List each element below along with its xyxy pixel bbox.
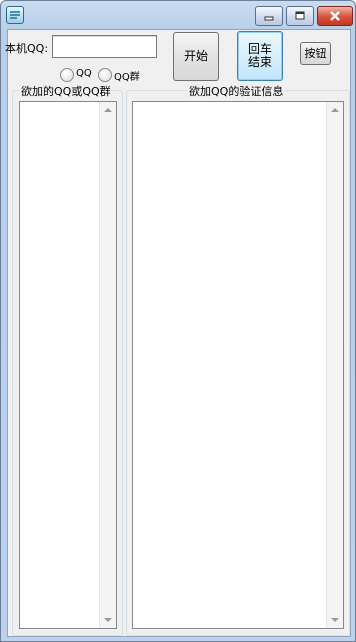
maximize-icon [295, 11, 305, 20]
scroll-down-icon[interactable] [104, 618, 112, 622]
minimize-icon [264, 16, 274, 21]
generic-button[interactable]: 按钮 [300, 42, 331, 65]
app-window: 本机QQ: 开始 回车 结束 按钮 QQ QQ群 欲加的QQ或QQ群 欲加QQ的 [0, 0, 356, 642]
scroll-down-icon[interactable] [331, 618, 339, 622]
verification-scrollbar[interactable] [326, 102, 343, 628]
title-bar[interactable] [1, 1, 355, 27]
scroll-up-icon[interactable] [331, 108, 339, 112]
start-button[interactable]: 开始 [173, 32, 219, 81]
enter-end-button[interactable]: 回车 结束 [237, 31, 283, 81]
scroll-up-icon[interactable] [104, 108, 112, 112]
local-qq-label: 本机QQ: [5, 42, 49, 55]
right-group-title: 欲加QQ的验证信息 [188, 83, 285, 99]
radio-qq-group-label: QQ群 [114, 72, 140, 83]
radio-qq-group[interactable] [98, 68, 112, 82]
target-list-scrollbar[interactable] [99, 102, 116, 628]
verification-text-area[interactable] [132, 101, 344, 629]
target-list[interactable] [19, 101, 117, 629]
close-button[interactable] [317, 6, 353, 26]
radio-qq[interactable] [60, 68, 74, 82]
radio-qq-label: QQ [76, 68, 92, 79]
close-icon [330, 11, 340, 21]
minimize-button[interactable] [255, 6, 283, 26]
left-group-title: 欲加的QQ或QQ群 [20, 83, 112, 99]
client-area: 本机QQ: 开始 回车 结束 按钮 QQ QQ群 欲加的QQ或QQ群 欲加QQ的 [5, 29, 351, 637]
maximize-button[interactable] [286, 6, 314, 26]
app-icon [6, 6, 24, 24]
local-qq-input[interactable] [52, 35, 157, 58]
